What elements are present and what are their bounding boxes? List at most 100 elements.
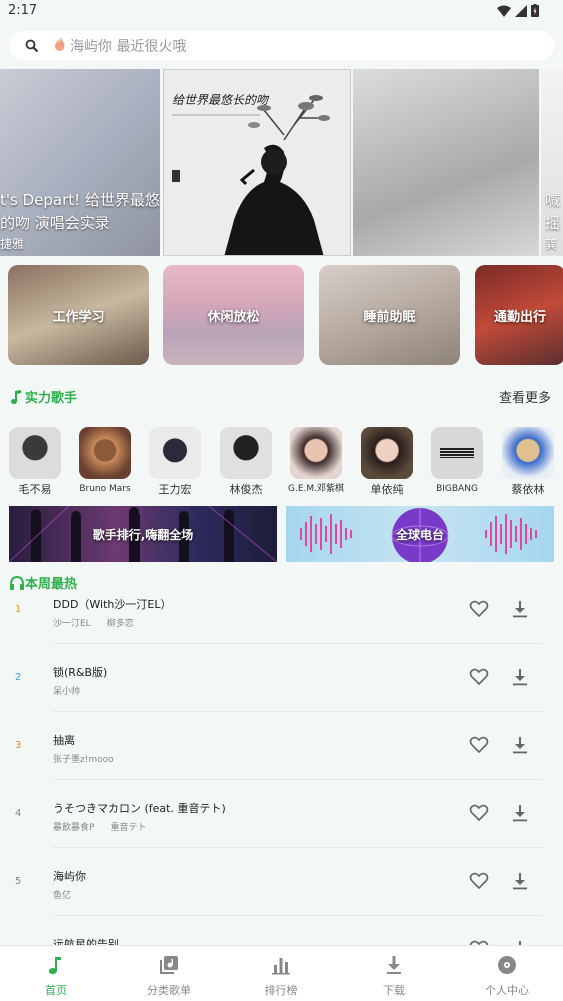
song-artist-name[interactable]: 呆小帅 xyxy=(53,687,80,697)
avatar xyxy=(220,427,272,479)
status-bar: 2:17 xyxy=(0,0,563,24)
song-artist-name[interactable]: 张子墨z!mooo xyxy=(53,755,114,765)
banner-right-caption-line2: 摇 xyxy=(545,214,561,232)
album-cover-title: 给世界最悠长的吻 xyxy=(172,93,270,107)
category-card-sleep[interactable]: 睡前助眠 xyxy=(319,265,460,365)
song-artists: 鱼亿 xyxy=(53,888,71,901)
song-rank: 5 xyxy=(15,876,22,887)
nav-label: 排行榜 xyxy=(264,984,298,997)
headphones-icon xyxy=(10,575,24,590)
nav-label: 首页 xyxy=(45,984,67,997)
search-bar[interactable]: 海屿你 最近很火哦 xyxy=(9,31,554,60)
song-artist-name[interactable]: 沙一汀EL xyxy=(53,619,91,629)
promo-singer-ranking[interactable]: 歌手排行,嗨翻全场 xyxy=(9,506,277,562)
artist-item[interactable]: 王力宏 xyxy=(145,427,205,496)
artist-item[interactable]: 林俊杰 xyxy=(216,427,276,496)
song-artists: 暴飲暴食P 重音テト xyxy=(53,820,146,833)
status-time: 2:17 xyxy=(8,3,38,18)
promo-global-radio[interactable]: 全球电台 xyxy=(286,506,554,562)
bigbang-logo xyxy=(440,448,474,458)
artist-item[interactable]: Bruno Mars xyxy=(75,427,135,496)
artist-name: 毛不易 xyxy=(18,483,52,496)
nav-downloads[interactable]: 下载 xyxy=(338,946,450,1001)
song-row[interactable]: 2 锁(R&B版) 呆小帅 xyxy=(0,658,563,726)
wifi-icon xyxy=(497,5,511,17)
download-icon xyxy=(387,956,401,974)
artist-item[interactable]: 毛不易 xyxy=(5,427,65,496)
avatar xyxy=(79,427,131,479)
bottom-nav: 首页 分类歌单 排行榜 下载 个人中心 xyxy=(0,945,563,1001)
song-artist-name[interactable]: 鱼亿 xyxy=(53,891,71,901)
nav-home[interactable]: 首页 xyxy=(0,946,112,1001)
promo-label: 歌手排行,嗨翻全场 xyxy=(92,527,194,542)
avatar xyxy=(502,427,554,479)
category-card-commute[interactable]: 通勤出行 xyxy=(475,265,563,365)
avatar xyxy=(431,427,483,479)
song-row[interactable]: 5 海屿你 鱼亿 xyxy=(0,862,563,930)
download-icon[interactable] xyxy=(511,736,529,754)
playlist-icon xyxy=(160,956,178,974)
divider xyxy=(53,711,543,712)
download-icon[interactable] xyxy=(511,600,529,618)
song-title: DDD（With沙一汀EL） xyxy=(53,598,172,611)
banner-left-caption-line2: 的吻 演唱会实录 xyxy=(0,214,110,232)
artist-item[interactable]: BIGBANG xyxy=(427,427,487,496)
song-artist-name[interactable]: 暴飲暴食P xyxy=(53,823,94,833)
banner-right-subcaption: 龚玥 xyxy=(545,237,558,256)
song-artist-name[interactable]: 重音テト xyxy=(110,823,146,833)
flame-icon xyxy=(54,36,66,55)
avatar xyxy=(361,427,413,479)
song-rank: 3 xyxy=(15,740,22,751)
artist-item[interactable]: 单依纯 xyxy=(357,427,417,496)
favorite-heart-icon[interactable] xyxy=(469,803,489,823)
download-icon[interactable] xyxy=(511,804,529,822)
avatar xyxy=(290,427,342,479)
category-label: 通勤出行 xyxy=(493,309,546,325)
category-card-work-study[interactable]: 工作学习 xyxy=(8,265,149,365)
divider xyxy=(53,915,543,916)
category-label: 睡前助眠 xyxy=(363,309,416,325)
nav-charts[interactable]: 排行榜 xyxy=(225,946,337,1001)
artists-section-title: 实力歌手 xyxy=(25,391,78,406)
download-icon[interactable] xyxy=(511,872,529,890)
banner-left-caption-line1: t's Depart! 给世界最悠 xyxy=(0,191,160,209)
banner-carousel[interactable]: 给世界最悠长的吻 t's Depart! 给世界最悠 的吻 演唱会实录 捷雅 喊… xyxy=(0,69,563,256)
banner-left-caption: t's Depart! 给世界最悠 的吻 演唱会实录 xyxy=(0,189,160,235)
song-row[interactable]: 4 うそつきマカロン (feat. 重音テト) 暴飲暴食P 重音テト xyxy=(0,794,563,862)
artist-item[interactable]: 蔡依林 xyxy=(498,427,558,496)
nav-profile[interactable]: 个人中心 xyxy=(451,946,563,1001)
see-more-link[interactable]: 查看更多 xyxy=(499,387,551,406)
favorite-heart-icon[interactable] xyxy=(469,599,489,619)
battery-icon xyxy=(531,4,539,17)
artist-name: 林俊杰 xyxy=(229,483,263,496)
artist-name: 蔡依林 xyxy=(511,483,545,496)
artist-row: 毛不易 Bruno Mars 王力宏 林俊杰 G.E.M.邓紫棋 单依纯 BIG… xyxy=(0,427,563,507)
divider xyxy=(53,779,543,780)
nav-label: 个人中心 xyxy=(485,984,529,997)
music-note-icon xyxy=(49,957,61,974)
banner-slide-current[interactable]: 给世界最悠长的吻 xyxy=(163,69,351,256)
divider xyxy=(53,847,543,848)
favorite-heart-icon[interactable] xyxy=(469,871,489,891)
artist-item[interactable]: G.E.M.邓紫棋 xyxy=(286,427,346,496)
category-label: 工作学习 xyxy=(52,309,105,325)
song-artist-name[interactable]: 柳多恋 xyxy=(107,619,134,629)
song-title: 抽离 xyxy=(53,734,75,747)
artist-name: Bruno Mars xyxy=(79,484,131,494)
category-card-relax[interactable]: 休闲放松 xyxy=(163,265,304,365)
favorite-heart-icon[interactable] xyxy=(469,735,489,755)
download-icon[interactable] xyxy=(511,668,529,686)
search-input[interactable]: 海屿你 最近很火哦 xyxy=(70,36,186,56)
favorite-heart-icon[interactable] xyxy=(469,667,489,687)
music-note-icon xyxy=(11,389,21,404)
song-row[interactable]: 3 抽离张子墨z!mooo xyxy=(0,726,563,794)
nav-label: 分类歌单 xyxy=(147,984,191,997)
category-label: 休闲放松 xyxy=(207,309,260,325)
avatar xyxy=(9,427,61,479)
song-row[interactable]: 1 DDD（With沙一汀EL） 沙一汀EL 柳多恋 xyxy=(0,590,563,658)
nav-playlists[interactable]: 分类歌单 xyxy=(113,946,225,1001)
banner-slide-next[interactable] xyxy=(353,69,539,256)
banner-left-subcaption: 捷雅 xyxy=(0,237,25,251)
avatar xyxy=(149,427,201,479)
divider xyxy=(53,643,543,644)
